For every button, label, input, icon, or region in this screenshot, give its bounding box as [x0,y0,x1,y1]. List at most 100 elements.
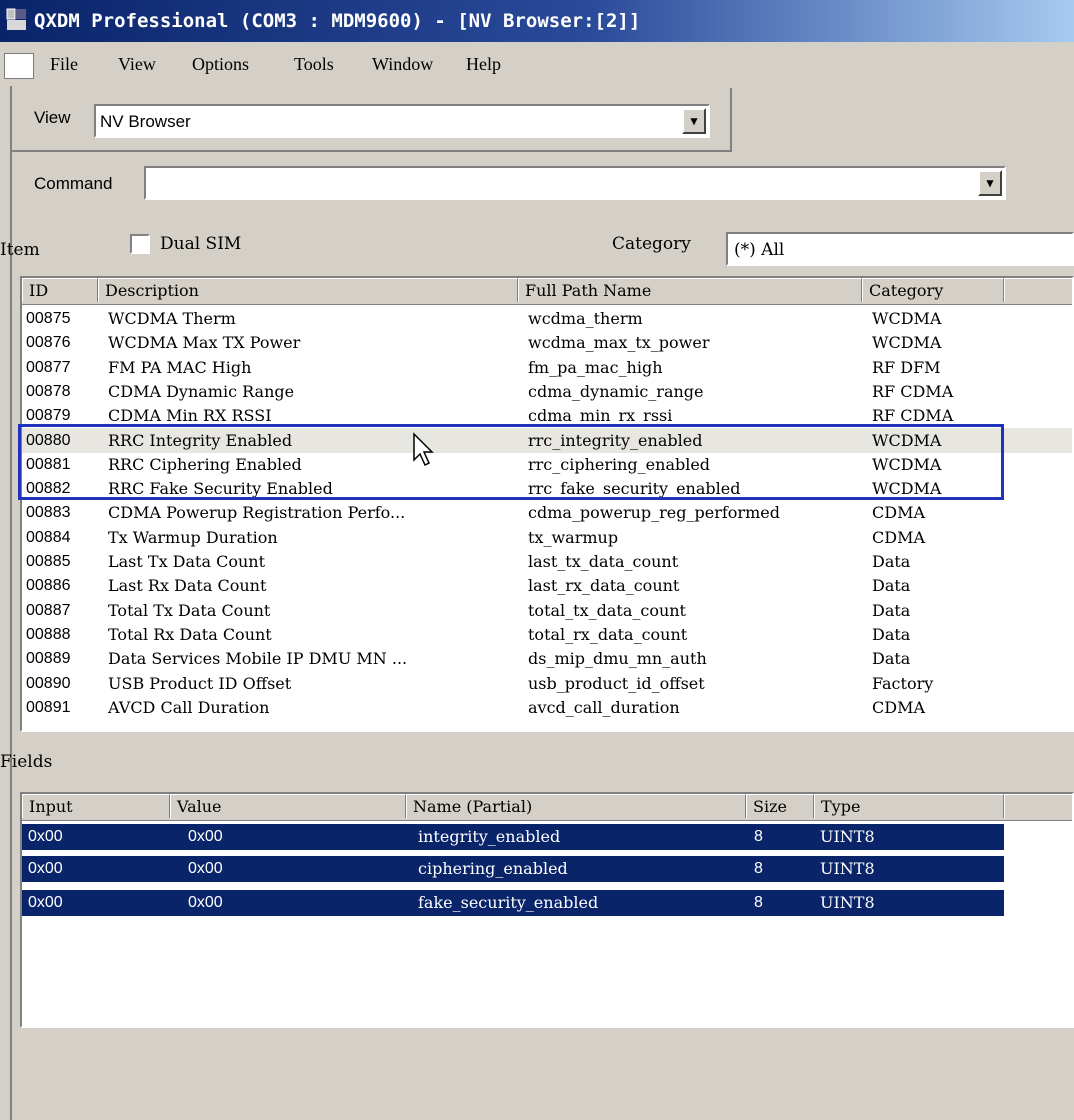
table-cell-id: 00889 [26,650,71,668]
field-cell-type: UINT8 [820,827,875,846]
category-label: Category [612,234,691,254]
table-row[interactable]: 00887 Total Tx Data Count total_tx_data_co… [22,598,1072,623]
table-cell-desc: AVCD Call Duration [108,697,270,717]
field-cell-value: 0x00 [188,860,223,877]
fields-table: Input Value Name (Partial) Size Type 0x0… [20,792,1074,1028]
table-cell-desc: Data Services Mobile IP DMU MN ... [108,649,408,669]
menu-file[interactable]: File [50,52,78,76]
fields-table-header: Input Value Name (Partial) Size Type [22,794,1072,821]
table-row[interactable]: 00885 Last Tx Data Count last_tx_data_coun… [22,549,1072,574]
column-header-description[interactable]: Description [98,278,518,302]
dual-sim-checkbox[interactable] [130,234,150,254]
command-input[interactable]: ▼ [144,166,1006,200]
column-header-name[interactable]: Name (Partial) [406,794,746,818]
column-header-full-path[interactable]: Full Path Name [518,278,862,302]
field-cell-value: 0x00 [188,828,223,845]
category-select[interactable]: (*) All [726,232,1074,266]
table-cell-desc: WCDMA Therm [108,309,236,328]
table-cell-path: avcd_call_duration [528,697,680,717]
field-cell-name: ciphering_enabled [418,859,568,878]
table-row[interactable]: 00875 WCDMA Therm wcdma_therm WCDMA [22,306,1072,331]
table-cell-desc: Last Tx Data Count [108,552,266,571]
field-cell-size: 8 [754,894,763,911]
field-row[interactable]: 0x00 0x00 fake_security_enabled 8 UINT8 [22,890,1004,916]
table-cell-cat: Data [872,552,911,571]
table-cell-path: last_rx_data_count [528,576,680,596]
column-header-type[interactable]: Type [814,794,1004,818]
table-cell-desc: USB Product ID Offset [108,673,292,693]
table-row[interactable]: 00888 Total Rx Data Count total_rx_data_co… [22,622,1072,647]
menu-help[interactable]: Help [466,52,501,76]
menu-view[interactable]: View [118,52,156,76]
table-row[interactable]: 00891 AVCD Call Duration avcd_call_duratio… [22,695,1072,720]
items-table: ID Description Full Path Name Category 0… [20,276,1074,732]
field-cell-type: UINT8 [820,859,875,878]
table-cell-cat: Factory [872,673,934,693]
table-cell-path: usb_product_id_offset [528,673,705,693]
column-header-blank [1004,278,1072,302]
menu-options[interactable]: Options [192,52,249,76]
view-select[interactable]: NV Browser ▼ [94,104,710,138]
field-cell-name: integrity_enabled [418,827,561,846]
table-cell-path: cdma_dynamic_range [528,381,704,401]
app-icon [6,8,26,30]
table-cell-cat: RF DFM [872,357,941,377]
column-header-category[interactable]: Category [862,278,1004,302]
table-cell-desc: Tx Warmup Duration [108,527,278,547]
table-row[interactable]: 00878 CDMA Dynamic Range cdma_dynamic_rang… [22,379,1072,404]
field-cell-input: 0x00 [28,828,63,845]
table-cell-desc: CDMA Dynamic Range [108,381,295,401]
view-select-value: NV Browser [100,112,191,131]
table-cell-desc: WCDMA Max TX Power [108,333,301,353]
menu-tools[interactable]: Tools [294,52,334,76]
field-cell-input: 0x00 [28,894,63,911]
column-header-input[interactable]: Input [22,794,170,818]
field-cell-size: 8 [754,860,763,877]
chevron-down-icon[interactable]: ▼ [682,108,706,134]
table-cell-cat: Data [872,624,911,644]
table-row[interactable]: 00876 WCDMA Max TX Power wcdma_max_tx_powe… [22,330,1072,355]
column-header-id[interactable]: ID [22,278,98,302]
table-row[interactable]: 00884 Tx Warmup Duration tx_warmup CDMA [22,525,1072,550]
table-cell-cat: CDMA [872,697,926,717]
table-cell-id: 00878 [26,382,71,400]
table-cell-cat: RF CDMA [872,381,954,401]
table-cell-cat: Data [872,576,911,596]
table-cell-path: fm_pa_mac_high [528,357,663,377]
highlight-box [18,424,1004,500]
table-row[interactable]: 00889 Data Services Mobile IP DMU MN ... d… [22,646,1072,671]
document-icon[interactable] [4,53,34,79]
fields-label: Fields [0,752,53,772]
menu-window[interactable]: Window [372,52,433,76]
table-row[interactable]: 00883 CDMA Powerup Registration Perfo... c… [22,500,1072,525]
table-cell-id: 00891 [26,698,71,716]
items-table-header: ID Description Full Path Name Category [22,278,1072,305]
column-header-value[interactable]: Value [170,794,406,818]
table-row[interactable]: 00890 USB Product ID Offset usb_product_id… [22,671,1072,696]
dual-sim-label: Dual SIM [160,234,242,254]
item-label: Item [0,240,40,260]
table-cell-path: total_rx_data_count [528,624,688,644]
category-select-value: (*) All [734,240,785,260]
chevron-down-icon[interactable]: ▼ [978,170,1002,196]
table-cell-path: cdma_powerup_reg_performed [528,503,780,523]
table-row[interactable]: 00886 Last Rx Data Count last_rx_data_coun… [22,573,1072,598]
field-row[interactable]: 0x00 0x00 ciphering_enabled 8 UINT8 [22,856,1004,882]
field-row[interactable]: 0x00 0x00 integrity_enabled 8 UINT8 [22,824,1004,850]
title-bar[interactable]: QXDM Professional (COM3 : MDM9600) - [NV… [0,0,1074,42]
items-table-body: 00875 WCDMA Therm wcdma_therm WCDMA 00876 WCD… [22,306,1072,730]
table-cell-id: 00888 [26,625,71,643]
table-cell-cat: Data [872,649,911,669]
column-header-blank [1004,794,1072,818]
table-cell-cat: WCDMA [872,309,942,328]
field-cell-type: UINT8 [820,893,875,912]
table-cell-id: 00876 [26,334,71,352]
column-header-size[interactable]: Size [746,794,814,818]
table-row[interactable]: 00877 FM PA MAC High fm_pa_mac_high RF DFM [22,355,1072,380]
field-cell-input: 0x00 [28,860,63,877]
field-cell-value: 0x00 [188,894,223,911]
table-cell-id: 00883 [26,504,71,522]
table-cell-desc: CDMA Powerup Registration Perfo... [108,503,406,523]
table-cell-cat: CDMA [872,503,926,523]
table-cell-cat: CDMA [872,527,926,547]
